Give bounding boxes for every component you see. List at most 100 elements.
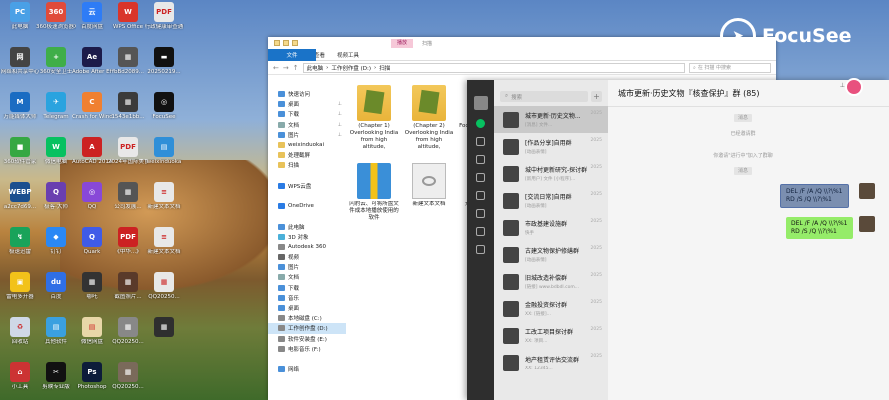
nav-item[interactable]: 本地磁盘 (C:) (268, 313, 346, 323)
nav-item[interactable]: 文档 ⊥ (268, 120, 346, 130)
nav-item[interactable]: Autodesk 360 (268, 242, 346, 252)
quick-access-icon[interactable] (283, 40, 289, 46)
nav-item[interactable]: weixinduokai (268, 140, 346, 150)
desktop-icon[interactable]: ▦ QQ20250... (146, 272, 182, 310)
desktop-icon[interactable]: M 万能媒体大师 (2, 92, 38, 130)
nav-item[interactable]: 处理截屏 (268, 150, 346, 160)
moments-icon[interactable] (476, 191, 485, 200)
message-bubble[interactable]: DEL /F /A /Q \\?\%1 RD /S /Q \\?\%1 (786, 217, 853, 239)
desktop-icon[interactable]: ♻ 回收站 (2, 317, 38, 355)
nav-item[interactable] (268, 211, 346, 221)
search-icon[interactable] (476, 227, 485, 236)
nav-item[interactable]: 文档 (268, 272, 346, 282)
nav-item[interactable]: 下载 ⊥ (268, 109, 346, 119)
conversation-item[interactable]: 古建文物保护修缮群 [动画表情] 2025 (494, 241, 608, 268)
conversation-item[interactable]: 旧城改造补偿群 [链接] www.bdbdl.com... 2025 (494, 268, 608, 295)
desktop-icon[interactable]: ▦ 哪吒 (74, 272, 110, 310)
desktop-icon[interactable]: PDF 行政健康审查通 (145, 2, 183, 40)
forward-arrow-icon[interactable]: → (283, 64, 289, 72)
nav-item[interactable]: 快速访问 (268, 89, 346, 99)
desktop-icon[interactable]: W 微信电脑 (38, 137, 74, 175)
desktop-icon[interactable]: ◎ FocuSee (146, 92, 182, 130)
up-arrow-icon[interactable]: ↑ (293, 64, 299, 72)
desktop-icon[interactable]: ▤ 其他软件 (38, 317, 74, 355)
miniprogram-icon[interactable] (476, 245, 485, 254)
folder-icon[interactable] (476, 173, 485, 182)
path-segment[interactable]: 工作创作盘 (D:) (331, 64, 371, 72)
desktop-icon[interactable]: ▣ 雷电多开器 (2, 272, 38, 310)
explorer-search-input[interactable]: ⌕ 在 扫描 中搜索 (689, 62, 771, 73)
desktop-icon[interactable]: A AutoCAD 2014 - 简体 (72, 137, 112, 175)
desktop-icon[interactable]: ▦ (146, 317, 182, 355)
tab-file[interactable]: 文件 (268, 48, 316, 61)
desktop-icon[interactable]: W WPS Office (110, 2, 146, 40)
desktop-icon[interactable]: ◆ 钉钉 (38, 227, 74, 265)
desktop-icon[interactable]: ▤ 微信网盘 (74, 317, 110, 355)
desktop-icon[interactable]: ▤ weixinduoka (146, 137, 182, 175)
desktop-icon[interactable]: PC 此电脑 (2, 2, 38, 40)
desktop-icon[interactable]: 360 360极速浏览器X (36, 2, 76, 40)
file-item[interactable]: (Chapter 2) Overlooking India from high … (405, 85, 453, 158)
conversation-item[interactable]: 地产租赁评估交流群 XX: 12345... 2025 (494, 349, 608, 376)
desktop-icon[interactable]: PDF 《中华...》 (110, 227, 146, 265)
desktop-icon[interactable]: ▦ 公司发展... (110, 182, 146, 220)
nav-item[interactable]: 工作创作盘 (D:) (268, 323, 346, 334)
nav-item[interactable]: WPS云盘 (268, 181, 346, 191)
file-item[interactable]: (Chapter 1) Overlooking India from high … (350, 85, 398, 158)
desktop-icon[interactable]: ◎ QQ (74, 182, 110, 220)
conversation-item[interactable]: 城市更新·历史文物... [消息] 文件... 2025 (494, 106, 608, 133)
conversation-item[interactable]: 市政基建设施群 快手 2025 (494, 214, 608, 241)
desktop-icon[interactable]: ▦ 1543e1bb... (110, 92, 146, 130)
file-item[interactable]: 新建文本文档 (405, 163, 453, 236)
nav-item[interactable]: 3D 对象 (268, 232, 346, 242)
nav-item[interactable]: 桌面 ⊥ (268, 99, 346, 109)
play-context-tab[interactable]: 播放 (391, 38, 414, 48)
desktop-icon[interactable]: ↯ 极速迅雷 (2, 227, 38, 265)
desktop-icon[interactable]: ✈ Telegram (38, 92, 74, 130)
conversation-item[interactable]: [交流日常]自用群 [动画表情] 2025 (494, 187, 608, 214)
nav-item[interactable]: 图片 (268, 262, 346, 272)
desktop-icon[interactable]: ▦ QQ20250... (110, 362, 146, 400)
desktop-icon[interactable]: 网网络和共享中心 (1, 47, 39, 85)
desktop-icon[interactable]: 云百度网盘 (74, 2, 110, 40)
nav-item[interactable] (268, 171, 346, 181)
contacts-icon[interactable] (476, 137, 485, 146)
desktop-icon[interactable]: Q 极客·大师 (38, 182, 74, 220)
desktop-icon[interactable]: Q Quark (74, 227, 110, 265)
nav-item[interactable]: 视频 (268, 252, 346, 262)
nav-item[interactable]: 扫描 (268, 160, 346, 170)
nav-item[interactable]: 图片 ⊥ (268, 130, 346, 140)
nav-item[interactable]: 软件安装盘 (E:) (268, 334, 346, 344)
desktop-icon[interactable]: Ae Adobe After Effects 2025 (72, 47, 112, 85)
conversation-item[interactable]: 城中村更新研究-探讨群 [新用户] 文件 [小程序]... 2025 (494, 160, 608, 187)
desktop-icon[interactable]: ▬ 20250219... (146, 47, 182, 85)
message-bubble[interactable]: DEL /F /A /Q \\?\%1 RD /S /Q \\?\%1 (780, 184, 849, 208)
nav-item[interactable]: OneDrive (268, 201, 346, 211)
nav-item[interactable]: 网络 (268, 364, 346, 374)
desktop-icon[interactable]: +360安全卫士 (38, 47, 74, 85)
nav-item[interactable]: 音乐 (268, 293, 346, 303)
conversation-item[interactable]: 金融投资探讨群 XX: [链接]... 2025 (494, 295, 608, 322)
file-item[interactable]: 闪豹云、可将所盘文件成本地播放使用的软件 (349, 163, 399, 236)
channels-icon[interactable] (476, 209, 485, 218)
desktop-icon[interactable]: ⌂ 小工具 (2, 362, 38, 400)
desktop-icon[interactable]: C Crash for Windows (72, 92, 112, 130)
nav-item[interactable]: 电影音乐 (F:) (268, 344, 346, 354)
nav-item[interactable] (268, 354, 346, 364)
path-segment[interactable]: 扫描 (379, 64, 390, 72)
chat-icon[interactable] (476, 119, 485, 128)
nav-item[interactable]: 此电脑 (268, 221, 346, 231)
back-arrow-icon[interactable]: ← (273, 64, 279, 72)
desktop-icon[interactable]: ▦ fbBd2089... (110, 47, 146, 85)
nav-item[interactable]: 下载 (268, 283, 346, 293)
avatar[interactable] (859, 183, 875, 199)
desktop-icon[interactable]: ≡ 新建文本文档 (146, 182, 182, 220)
desktop-icon[interactable]: ✂ 剪映专业版 (38, 362, 74, 400)
nav-item[interactable] (268, 191, 346, 201)
favorites-icon[interactable] (476, 155, 485, 164)
conversation-item[interactable]: [作品分享]自用群 [动画表情] 2025 (494, 133, 608, 160)
avatar[interactable] (473, 96, 488, 110)
nav-item[interactable]: 桌面 (268, 303, 346, 313)
desktop-icon[interactable]: ▦ 截图照片... (110, 272, 146, 310)
desktop-icon[interactable]: Ps Photoshop (74, 362, 110, 400)
